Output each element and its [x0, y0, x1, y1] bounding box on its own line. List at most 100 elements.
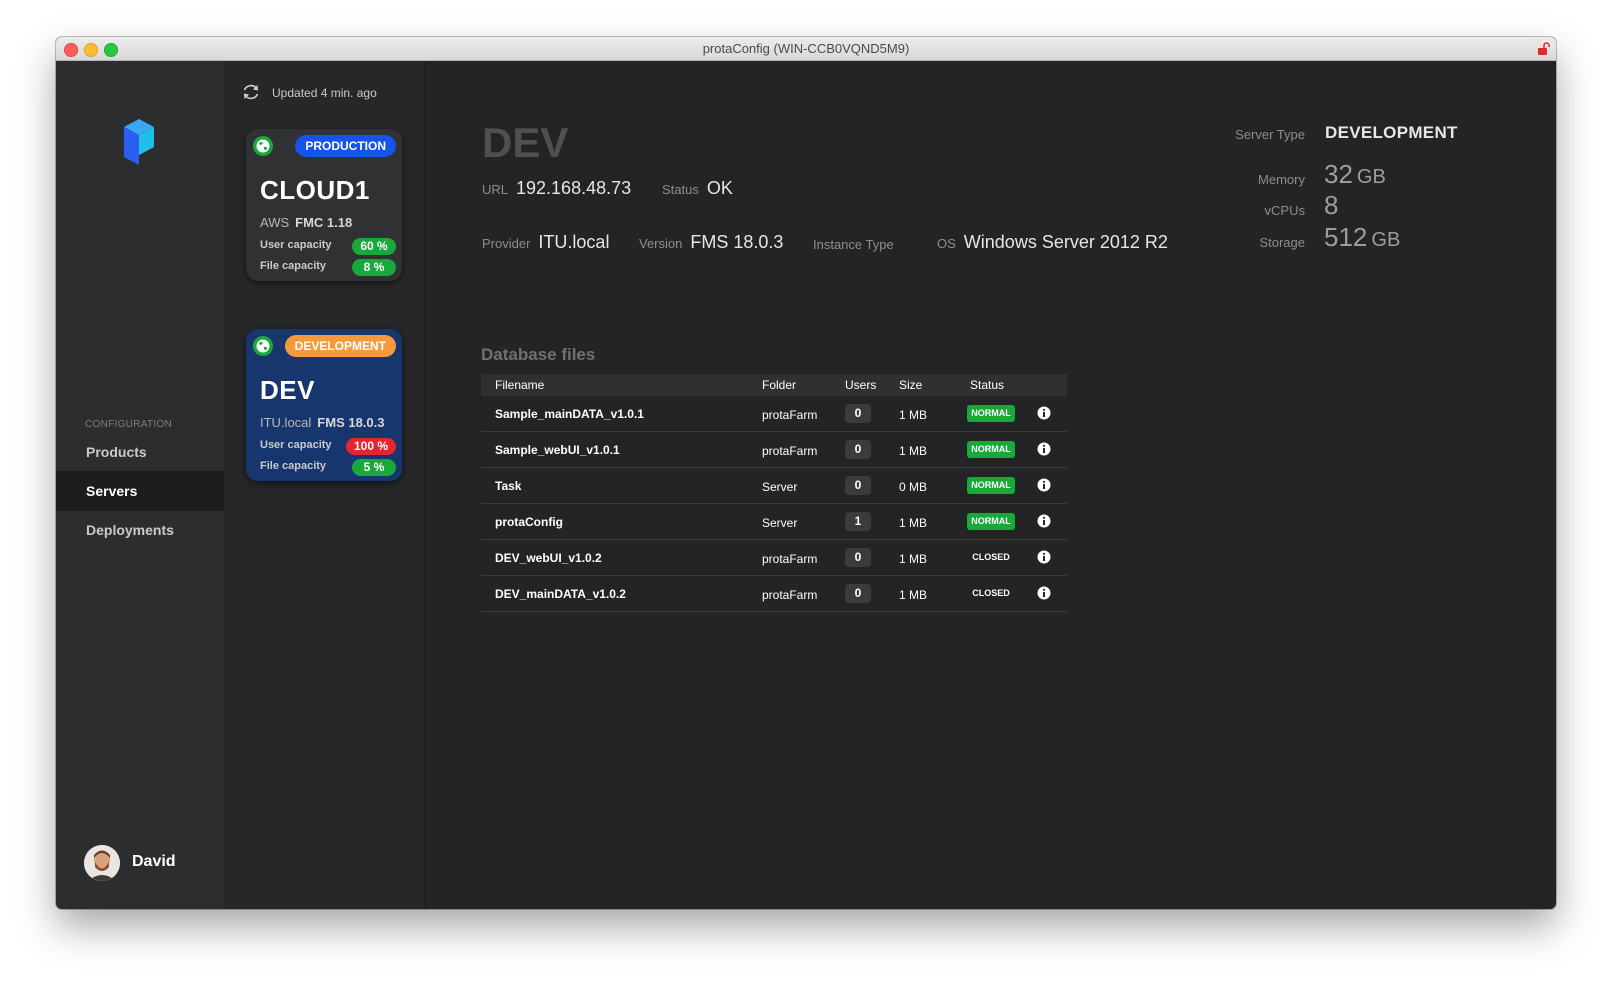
server-type-value: DEVELOPMENT [1325, 123, 1458, 142]
sidebar-item-servers[interactable]: Servers [56, 471, 224, 511]
size-cell: 1 MB [899, 516, 928, 530]
filename-cell: Sample_webUI_v1.0.1 [495, 443, 620, 457]
table-row[interactable]: DEV_webUI_v1.0.2 protaFarm 0 1 MB CLOSED [481, 540, 1067, 576]
status-field: Status OK [662, 178, 733, 199]
users-cell: 1 [845, 512, 871, 531]
memory-number: 32 [1324, 159, 1353, 189]
size-cell: 1 MB [899, 552, 928, 566]
version-text: FMC 1.18 [295, 215, 353, 230]
server-type-badge: DEVELOPMENT [284, 335, 396, 357]
column-header-users[interactable]: Users [845, 378, 876, 392]
info-icon[interactable] [1037, 478, 1051, 492]
app-logo [124, 119, 154, 165]
info-icon[interactable] [1037, 550, 1051, 564]
server-title: DEV [482, 119, 569, 166]
url-label: URL [482, 182, 509, 197]
folder-cell: protaFarm [762, 588, 818, 602]
database-files-title: Database files [481, 345, 596, 364]
users-cell: 0 [845, 404, 871, 423]
storage-label: Storage [1259, 235, 1305, 250]
version-value: FMS 18.0.3 [690, 232, 784, 252]
table-row[interactable]: Task Server 0 0 MB NORMAL [481, 468, 1067, 504]
server-name: CLOUD1 [260, 175, 370, 205]
folder-cell: protaFarm [762, 444, 818, 458]
table-row[interactable]: protaConfig Server 1 1 MB NORMAL [481, 504, 1067, 540]
version-label: Version [639, 236, 683, 251]
memory-label: Memory [1258, 172, 1305, 187]
info-icon[interactable] [1037, 514, 1051, 528]
status-badge: NORMAL [967, 477, 1015, 494]
server-card-cloud1[interactable]: PRODUCTION CLOUD1 AWS FMC 1.18 User capac… [246, 129, 402, 281]
storage-value: 512 GB [1324, 222, 1400, 253]
os-value: Windows Server 2012 R2 [963, 232, 1168, 252]
folder-cell: protaFarm [762, 552, 818, 566]
title-bar: protaConfig (WIN-CCB0VQND5M9) [56, 37, 1556, 61]
column-header-filename[interactable]: Filename [495, 378, 544, 392]
size-cell: 1 MB [899, 588, 928, 602]
storage-number: 512 [1324, 222, 1368, 252]
provider-label: Provider [482, 236, 531, 251]
provider-text: AWS [260, 215, 290, 230]
unlocked-lock-icon[interactable] [1538, 42, 1550, 55]
users-cell: 0 [845, 548, 871, 567]
user-name: David [132, 853, 176, 870]
column-header-folder[interactable]: Folder [762, 378, 796, 392]
server-type-badge: PRODUCTION [295, 135, 396, 157]
column-header-size[interactable]: Size [899, 378, 922, 392]
folder-cell: protaFarm [762, 408, 818, 422]
user-capacity-label: User capacity [260, 239, 332, 251]
sidebar-item-deployments[interactable]: Deployments [56, 510, 224, 550]
user-avatar-icon [84, 845, 120, 881]
file-capacity-badge: 8 % [352, 259, 396, 276]
status-badge: CLOSED [972, 588, 1010, 598]
table-row[interactable]: Sample_webUI_v1.0.1 protaFarm 0 1 MB NOR… [481, 432, 1067, 468]
url-field: URL 192.168.48.73 [482, 178, 631, 199]
instance-type-label: Instance Type [813, 237, 894, 252]
status-value: OK [706, 178, 733, 198]
user-capacity-badge: 60 % [352, 238, 396, 255]
status-badge: NORMAL [967, 441, 1015, 458]
status-badge: CLOSED [972, 552, 1010, 562]
server-card-dev[interactable]: DEVELOPMENT DEV ITU.local FMS 18.0.3 User… [246, 329, 402, 481]
version-text: FMS 18.0.3 [317, 415, 385, 430]
user-capacity-badge: 100 % [345, 438, 396, 455]
last-updated-text: Updated 4 min. ago [272, 86, 377, 100]
server-detail-panel: DEV URL 192.168.48.73 Status OK Provider IT… [425, 61, 1556, 909]
file-capacity-row: File capacity 5 % [260, 459, 396, 477]
server-name: DEV [260, 375, 315, 405]
os-field: OS Windows Server 2012 R2 [937, 232, 1168, 253]
provider-value: ITU.local [538, 232, 610, 252]
app-window: protaConfig (WIN-CCB0VQND5M9) CONFIGURAT… [56, 37, 1556, 909]
filename-cell: DEV_mainDATA_v1.0.2 [495, 587, 626, 601]
memory-value: 32 GB [1324, 159, 1386, 190]
filename-cell: Sample_mainDATA_v1.0.1 [495, 407, 644, 421]
file-capacity-row: File capacity 8 % [260, 259, 396, 277]
os-label: OS [937, 236, 956, 251]
file-capacity-label: File capacity [260, 460, 327, 472]
database-files-table: Filename Folder Users Size Status Sample… [481, 374, 1067, 612]
refresh-icon[interactable] [240, 81, 262, 103]
user-capacity-row: User capacity 60 % [260, 238, 396, 256]
status-label: Status [662, 182, 699, 197]
folder-cell: Server [762, 480, 798, 494]
column-header-status[interactable]: Status [970, 378, 1004, 392]
provider-text: ITU.local [260, 415, 312, 430]
version-field: Version FMS 18.0.3 [639, 232, 783, 253]
globe-icon [253, 336, 273, 356]
info-icon[interactable] [1037, 406, 1051, 420]
url-value[interactable]: 192.168.48.73 [516, 178, 631, 198]
info-icon[interactable] [1037, 586, 1051, 600]
table-row[interactable]: Sample_mainDATA_v1.0.1 protaFarm 0 1 MB … [481, 396, 1067, 432]
instance-type-field: Instance Type [813, 236, 902, 254]
provider-field: Provider ITU.local [482, 232, 609, 253]
filename-cell: Task [495, 479, 522, 493]
server-type-label: Server Type [1235, 127, 1305, 142]
sidebar-item-products[interactable]: Products [56, 432, 224, 472]
folder-cell: Server [762, 516, 798, 530]
globe-icon [253, 136, 273, 156]
table-row[interactable]: DEV_mainDATA_v1.0.2 protaFarm 0 1 MB CLO… [481, 576, 1067, 612]
status-badge: NORMAL [967, 513, 1015, 530]
info-icon[interactable] [1037, 442, 1051, 456]
size-cell: 1 MB [899, 444, 928, 458]
users-cell: 0 [845, 584, 871, 603]
